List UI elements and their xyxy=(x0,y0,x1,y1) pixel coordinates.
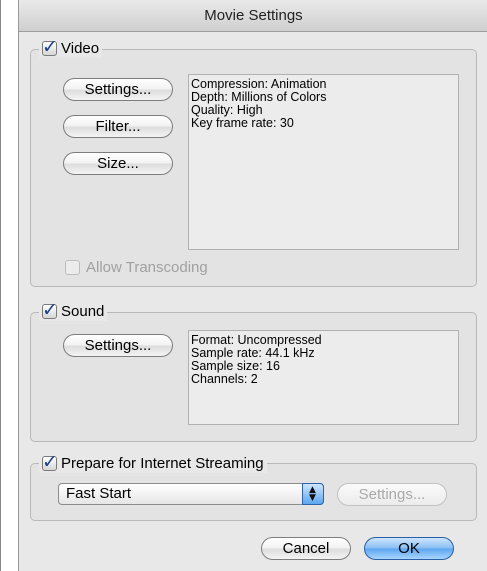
video-info-line: Key frame rate: 30 xyxy=(191,116,294,130)
sound-info-panel: Format: Uncompressed Sample rate: 44.1 k… xyxy=(188,330,459,425)
sound-group-header: Sound xyxy=(39,299,108,321)
streaming-mode-value: Fast Start xyxy=(66,485,132,502)
allow-transcoding-row: Allow Transcoding xyxy=(65,259,208,276)
sound-checkbox[interactable] xyxy=(42,299,58,321)
streaming-label: Prepare for Internet Streaming xyxy=(61,454,264,472)
ok-button[interactable]: OK xyxy=(364,537,454,560)
window-title: Movie Settings xyxy=(19,0,487,32)
up-down-arrows-icon: ▲ ▼ xyxy=(302,483,324,505)
video-filter-button[interactable]: Filter... xyxy=(63,115,173,138)
video-settings-button[interactable]: Settings... xyxy=(63,78,173,101)
cancel-button[interactable]: Cancel xyxy=(261,537,351,560)
movie-settings-dialog: Movie Settings Video Settings... Filter.… xyxy=(18,0,487,571)
streaming-settings-button[interactable]: Settings... xyxy=(337,483,447,506)
sound-info-line: Channels: 2 xyxy=(191,372,258,386)
streaming-checkbox[interactable] xyxy=(42,451,58,473)
sound-label: Sound xyxy=(61,302,105,320)
video-size-button[interactable]: Size... xyxy=(63,152,173,175)
left-edge-rule xyxy=(0,0,1,571)
sound-settings-button[interactable]: Settings... xyxy=(63,334,173,357)
streaming-group-header: Prepare for Internet Streaming xyxy=(39,451,267,473)
video-group-header: Video xyxy=(39,36,103,58)
streaming-mode-select[interactable]: Fast Start ▲ ▼ xyxy=(58,483,324,505)
video-info-panel: Compression: Animation Depth: Millions o… xyxy=(188,74,459,250)
video-checkbox[interactable] xyxy=(42,36,58,58)
video-label: Video xyxy=(61,39,100,57)
allow-transcoding-checkbox[interactable] xyxy=(65,260,80,275)
allow-transcoding-label: Allow Transcoding xyxy=(86,259,208,276)
